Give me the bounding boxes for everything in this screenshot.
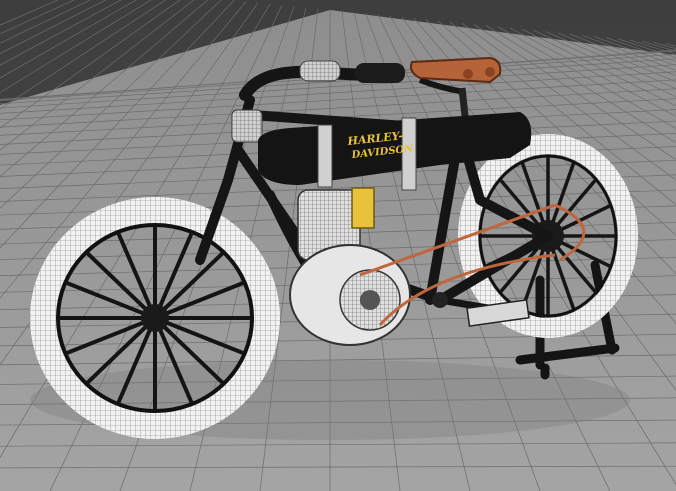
scene-svg: HARLEY- DAVIDSON (0, 0, 676, 491)
grip-right (355, 63, 405, 83)
front-wheel (30, 197, 280, 439)
carburetor (351, 187, 375, 229)
render-viewport: HARLEY- DAVIDSON (0, 0, 676, 491)
